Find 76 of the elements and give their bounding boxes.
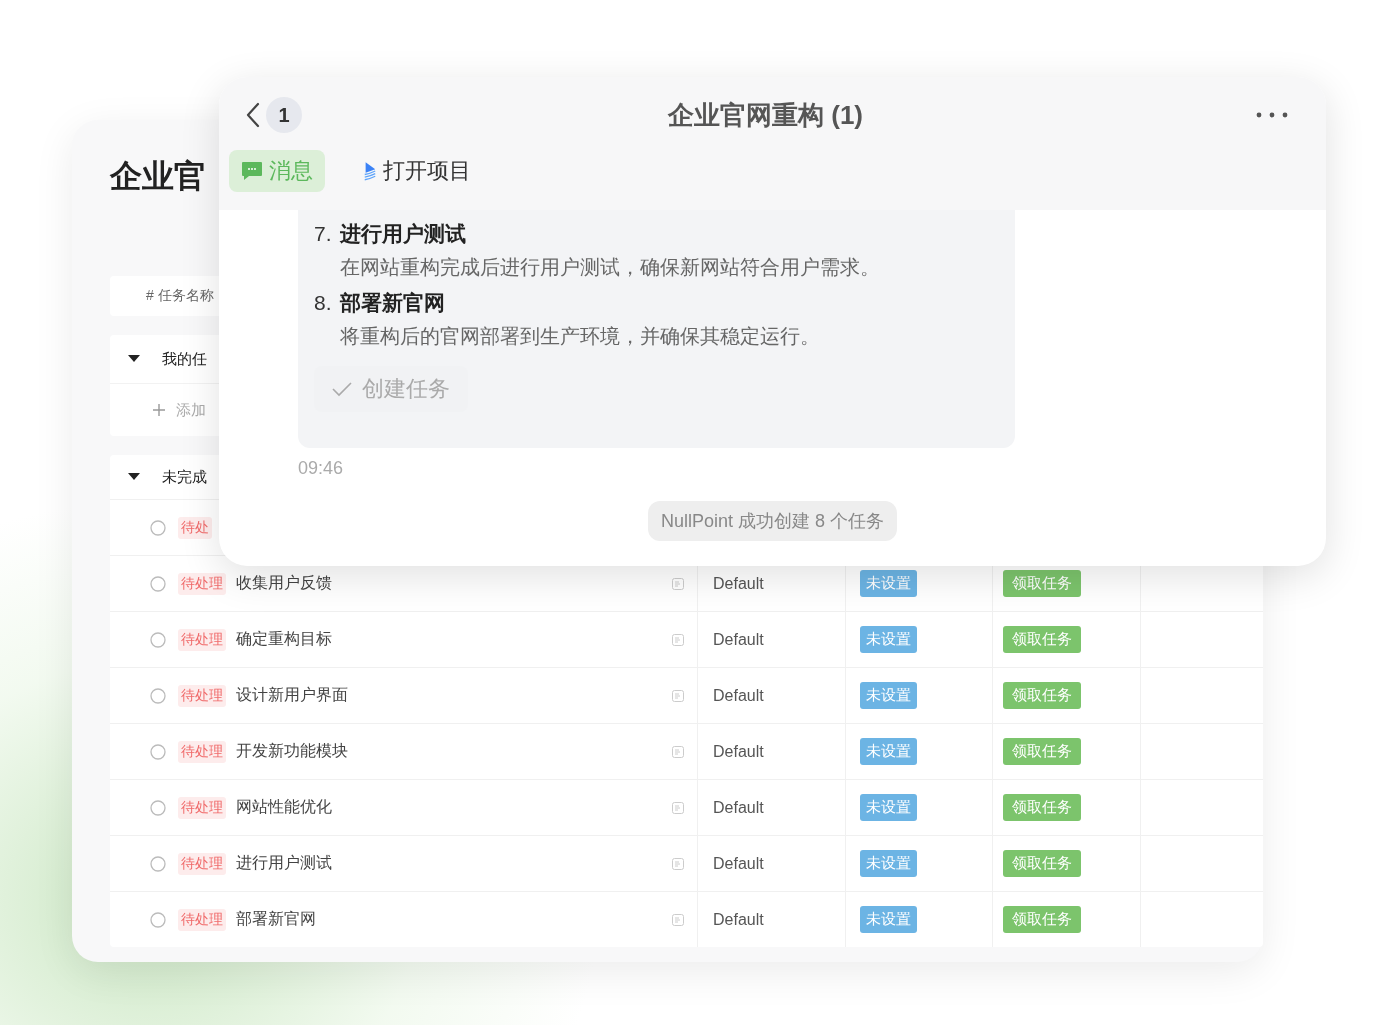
document-icon[interactable] [672, 857, 684, 870]
task-name: 进行用户测试 [236, 853, 333, 873]
document-icon[interactable] [672, 801, 684, 814]
window-title: 企业官网重构 (1) [668, 98, 863, 132]
status-tag: 待处理 [178, 796, 226, 819]
unread-badge: 1 [266, 97, 302, 133]
tab[interactable]: 消息 [229, 150, 325, 192]
checkbox-circle-icon[interactable] [150, 631, 166, 648]
checkbox-circle-icon[interactable] [150, 911, 166, 928]
column-header: # 任务名称 [146, 287, 214, 305]
claim-task-button[interactable]: 领取任务 [1003, 794, 1081, 821]
claim-task-button[interactable]: 领取任务 [1003, 906, 1081, 933]
claim-task-button[interactable]: 领取任务 [1003, 682, 1081, 709]
project-cell: Default [713, 910, 764, 929]
status-tag: 待处理 [178, 852, 226, 875]
document-icon[interactable] [672, 745, 684, 758]
task-name: 收集用户反馈 [236, 573, 333, 593]
tab[interactable]: 打开项目 [351, 150, 483, 192]
layers-icon [363, 161, 377, 181]
project-title: 企业官 [110, 157, 206, 196]
checkbox-circle-icon[interactable] [150, 855, 166, 872]
item-description: 将重构后的官网部署到生产环境，并确保其稳定运行。 [340, 324, 821, 349]
add-task-link[interactable]: 添加 [176, 400, 206, 420]
project-cell: Default [713, 798, 764, 817]
expand-icon[interactable] [128, 355, 140, 363]
project-cell: Default [713, 630, 764, 649]
priority-tag[interactable]: 未设置 [860, 850, 917, 877]
status-tag: 待处理 [178, 684, 226, 707]
task-name: 部署新官网 [236, 909, 317, 929]
group-label: 我的任 [162, 349, 207, 369]
priority-tag[interactable]: 未设置 [860, 738, 917, 765]
item-title: 部署新官网 [339, 290, 445, 316]
expand-icon[interactable] [128, 473, 140, 481]
chat-bubble-icon [241, 161, 263, 181]
task-name: 网站性能优化 [236, 797, 333, 817]
checkbox-circle-icon[interactable] [150, 687, 166, 704]
item-number: 7. [314, 222, 332, 246]
project-cell: Default [713, 686, 764, 705]
system-notice: NullPoint 成功创建 8 个任务 [647, 501, 898, 541]
status-tag: 待处理 [178, 908, 226, 931]
group-label: 未完成 [162, 467, 207, 487]
priority-tag[interactable]: 未设置 [860, 794, 917, 821]
claim-task-button[interactable]: 领取任务 [1003, 738, 1081, 765]
checkbox-circle-icon[interactable] [150, 519, 166, 536]
claim-task-button[interactable]: 领取任务 [1003, 626, 1081, 653]
item-number: 8. [314, 291, 332, 315]
document-icon[interactable] [672, 913, 684, 926]
document-icon[interactable] [672, 633, 684, 646]
priority-tag[interactable]: 未设置 [860, 906, 917, 933]
back-icon[interactable] [246, 102, 260, 128]
status-tag: 待处 [178, 516, 212, 539]
check-icon [332, 381, 352, 397]
task-name: 设计新用户界面 [236, 685, 349, 705]
task-name: 确定重构目标 [236, 629, 333, 649]
claim-task-button[interactable]: 领取任务 [1003, 850, 1081, 877]
project-cell: Default [713, 742, 764, 761]
document-icon[interactable] [672, 577, 684, 590]
priority-tag[interactable]: 未设置 [860, 626, 917, 653]
checkbox-circle-icon[interactable] [150, 575, 166, 592]
status-tag: 待处理 [178, 628, 226, 651]
message-time: 09:46 [298, 458, 344, 479]
status-tag: 待处理 [178, 572, 226, 595]
more-icon[interactable] [1256, 112, 1288, 118]
item-description: 在网站重构完成后进行用户测试，确保新网站符合用户需求。 [340, 255, 881, 280]
document-icon[interactable] [672, 689, 684, 702]
priority-tag[interactable]: 未设置 [860, 570, 917, 597]
item-title: 进行用户测试 [339, 221, 466, 247]
plus-icon[interactable] [152, 403, 166, 417]
priority-tag[interactable]: 未设置 [860, 682, 917, 709]
checkbox-circle-icon[interactable] [150, 799, 166, 816]
claim-task-button[interactable]: 领取任务 [1003, 570, 1081, 597]
checkbox-circle-icon[interactable] [150, 743, 166, 760]
task-name: 开发新功能模块 [236, 741, 349, 761]
status-tag: 待处理 [178, 740, 226, 763]
project-cell: Default [713, 574, 764, 593]
project-cell: Default [713, 854, 764, 873]
